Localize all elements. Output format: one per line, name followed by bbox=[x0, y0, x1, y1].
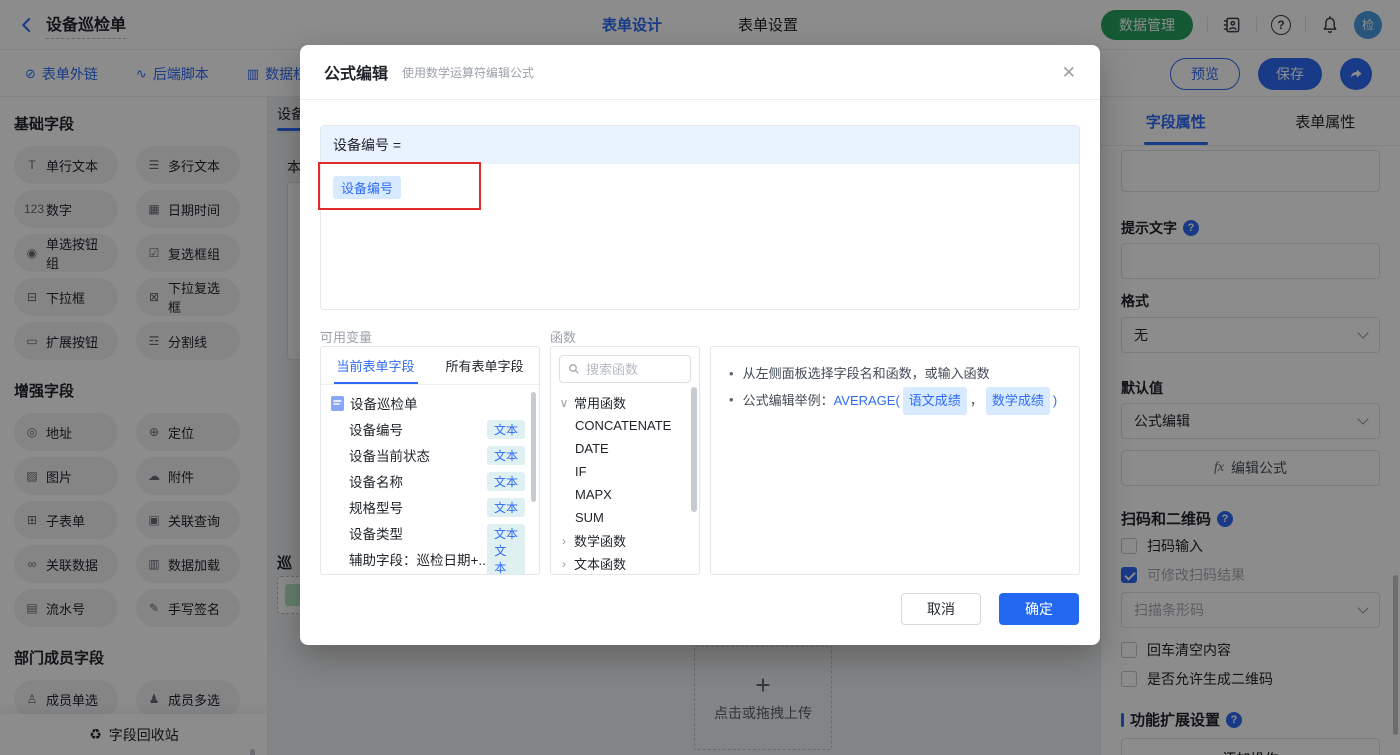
formula-input-area[interactable]: 设备编号 bbox=[321, 164, 1079, 309]
function-search[interactable] bbox=[559, 355, 691, 383]
variable-item[interactable]: 设备当前状态 文本 bbox=[321, 442, 539, 468]
confirm-button[interactable]: 确定 bbox=[999, 593, 1079, 625]
tip-line-1: 从左侧面板选择字段名和函数，或输入函数 bbox=[742, 366, 990, 381]
caret-right-icon: › bbox=[562, 533, 566, 548]
function-item[interactable]: CONCATENATE bbox=[551, 414, 699, 437]
bullet-icon: • bbox=[729, 392, 734, 407]
cancel-button[interactable]: 取消 bbox=[901, 593, 981, 625]
tip-line-2: 公式编辑举例：AVERAGE(语文成绩，数学成绩) bbox=[743, 387, 1057, 415]
modal-subtitle: 使用数学运算符编辑公式 bbox=[402, 65, 535, 80]
variables-panel: 当前表单字段 所有表单字段 设备巡检单 设备编号 文本 设备当前状态 文本 设备名称… bbox=[320, 346, 540, 575]
type-badge: 文本 bbox=[486, 419, 525, 439]
formula-editor: 设备编号 = 设备编号 bbox=[320, 125, 1080, 310]
variable-item[interactable]: 设备名称 文本 bbox=[321, 468, 539, 494]
example-chip: 语文成绩 bbox=[902, 387, 967, 415]
variable-item[interactable]: 辅助字段：巡检日期+... 文本 bbox=[321, 541, 539, 574]
search-icon bbox=[569, 364, 579, 374]
variable-item[interactable]: 规格型号 文本 bbox=[321, 494, 539, 520]
example-chip: 数学成绩 bbox=[985, 387, 1050, 415]
tab-current-form-fields[interactable]: 当前表单字段 bbox=[321, 347, 430, 384]
close-icon[interactable]: ✕ bbox=[1062, 63, 1076, 83]
caret-down-icon: ∨ bbox=[559, 395, 569, 410]
document-icon bbox=[331, 395, 344, 411]
function-item[interactable]: DATE bbox=[551, 437, 699, 460]
caret-right-icon: › bbox=[562, 556, 566, 571]
tab-all-form-fields[interactable]: 所有表单字段 bbox=[430, 347, 539, 384]
function-item[interactable]: MAPX bbox=[551, 483, 699, 506]
bullet-icon: • bbox=[729, 366, 734, 381]
variable-item[interactable]: 设备编号 文本 bbox=[321, 416, 539, 442]
function-group-text[interactable]: › 文本函数 bbox=[551, 552, 699, 574]
functions-panel: ∨常用函数 CONCATENATE DATE IF MAPX SUM ›数学函数… bbox=[550, 346, 700, 575]
function-group-common[interactable]: ∨ 常用函数 bbox=[551, 391, 699, 414]
formula-target: 设备编号 = bbox=[321, 126, 1079, 164]
variables-scrollbar[interactable] bbox=[531, 392, 536, 502]
function-group-math[interactable]: › 数学函数 bbox=[551, 529, 699, 552]
functions-scrollbar[interactable] bbox=[691, 387, 697, 512]
function-search-input[interactable] bbox=[586, 361, 682, 377]
type-badge: 文本 bbox=[487, 541, 525, 574]
modal-title: 公式编辑 bbox=[324, 66, 389, 83]
variables-label: 可用变量 bbox=[320, 330, 373, 345]
function-item[interactable]: SUM bbox=[551, 506, 699, 529]
functions-label: 函数 bbox=[550, 330, 577, 345]
type-badge: 文本 bbox=[486, 523, 525, 543]
formula-editor-modal: 公式编辑 使用数学运算符编辑公式 ✕ 设备编号 = 设备编号 可用变量 函数 当… bbox=[300, 45, 1100, 645]
variable-tree-root[interactable]: 设备巡检单 bbox=[321, 390, 539, 416]
type-badge: 文本 bbox=[486, 497, 525, 517]
type-badge: 文本 bbox=[486, 471, 525, 491]
tips-panel: • 从左侧面板选择字段名和函数，或输入函数 • 公式编辑举例：AVERAGE(语文成… bbox=[710, 346, 1080, 575]
type-badge: 文本 bbox=[486, 445, 525, 465]
formula-field-chip[interactable]: 设备编号 bbox=[333, 176, 402, 199]
function-item[interactable]: IF bbox=[551, 460, 699, 483]
